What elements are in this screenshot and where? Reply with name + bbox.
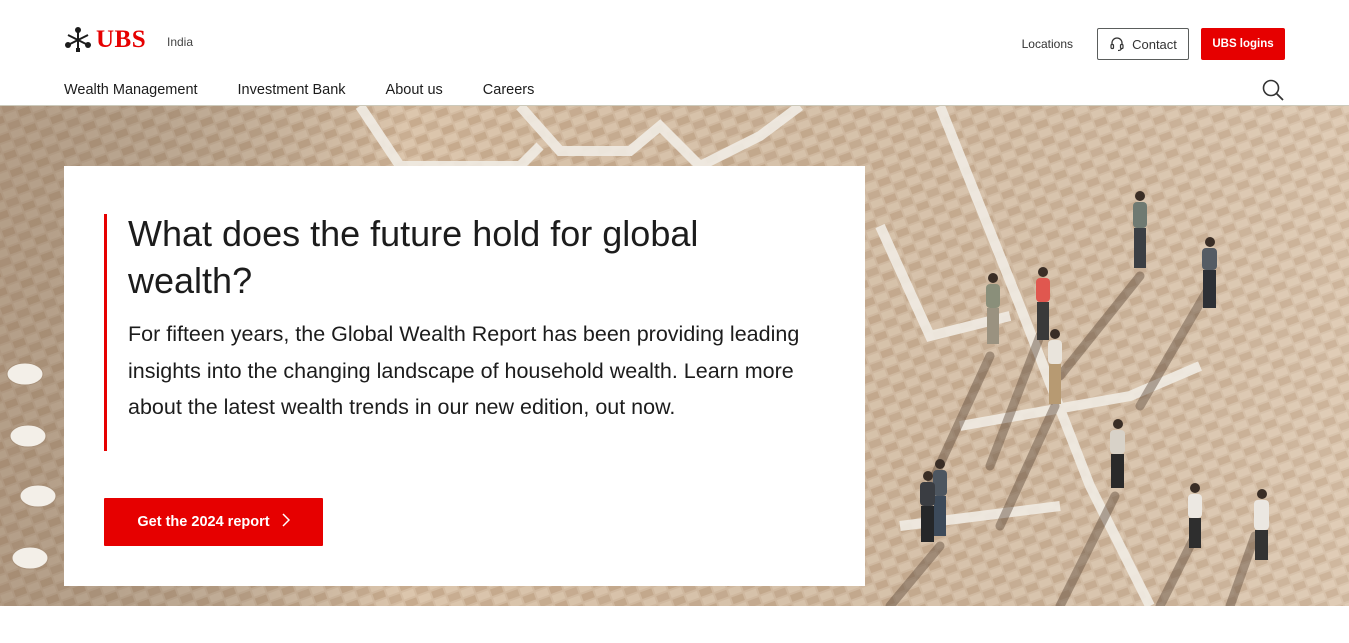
hero-headline: What does the future hold for global wea…	[128, 213, 699, 301]
cta-label: Get the 2024 report	[137, 514, 270, 530]
main-nav: Wealth Management Investment Bank About …	[64, 80, 574, 100]
nav-item-investment-bank[interactable]: Investment Bank	[238, 80, 346, 100]
top-actions: Locations Contact UBS logins	[1022, 28, 1285, 60]
region-label[interactable]: India	[167, 35, 193, 49]
nav-item-about-us[interactable]: About us	[386, 80, 443, 100]
locations-link[interactable]: Locations	[1022, 37, 1073, 51]
ubs-logo[interactable]: UBS	[64, 26, 146, 54]
accent-bar	[104, 214, 107, 451]
keys-icon	[65, 27, 91, 52]
headset-icon	[1110, 37, 1124, 52]
ubs-logins-button[interactable]: UBS logins	[1201, 28, 1285, 60]
contact-button[interactable]: Contact	[1097, 28, 1189, 60]
search-icon[interactable]	[1261, 78, 1285, 107]
logins-label: UBS logins	[1212, 38, 1274, 50]
logo-wordmark: UBS	[96, 26, 147, 53]
hero-banner: What does the future hold for global wea…	[0, 106, 1349, 606]
contact-label: Contact	[1132, 36, 1177, 52]
hero-card: What does the future hold for global wea…	[64, 166, 865, 586]
chevron-right-icon	[282, 513, 290, 531]
nav-item-careers[interactable]: Careers	[483, 80, 535, 100]
get-report-button[interactable]: Get the 2024 report	[104, 498, 323, 546]
nav-item-wealth-management[interactable]: Wealth Management	[64, 80, 198, 100]
hero-lead-text: For fifteen years, the Global Wealth Rep…	[128, 322, 800, 419]
site-header: UBS India Locations Contact UBS logins W…	[0, 0, 1349, 106]
